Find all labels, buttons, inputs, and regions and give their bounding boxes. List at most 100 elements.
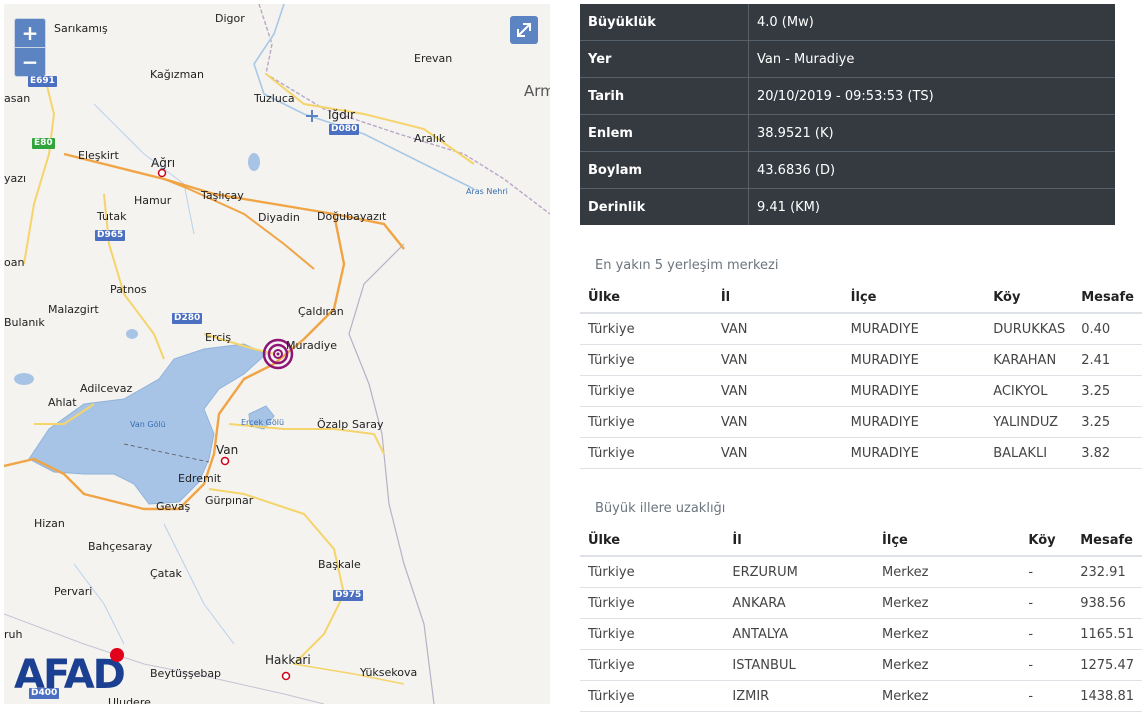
road-shield: E80 [32,138,55,149]
place-label: Hizan [34,517,65,530]
cell-district: MURADIYE [842,344,986,376]
place-label: Van [216,443,239,457]
cell-district: Merkez [874,649,1021,681]
place-label: Bulanık [4,316,45,329]
zoom-in-button[interactable]: + [15,19,45,47]
details-value: 4.0 (Mw) [748,4,1115,41]
cell-distance: 1438.81 [1072,680,1142,712]
place-label: Erciş [205,331,232,344]
cell-village: ACIKYOL [985,375,1074,407]
cell-district: MURADIYE [842,313,986,345]
cell-province: VAN [712,406,843,438]
column-header: İlçe [874,526,1021,557]
earthquake-map[interactable]: + − Digor Sarıkamış Erevan Kağızman Tuzl… [4,4,550,704]
details-key: Enlem [580,114,749,152]
cell-district: Merkez [874,556,1021,588]
cell-country: Türkiye [580,649,725,681]
nearest-settlements-table: Ülke İl İlçe Köy Mesafe Türkiye VAN MURADI… [580,283,1142,469]
cell-district: MURADIYE [842,437,986,469]
cell-village: YALINDUZ [985,406,1074,438]
zoom-control: + − [14,18,46,77]
place-label: Yüksekova [360,666,418,679]
place-label: Saray [352,418,384,431]
place-label: Ahlat [48,396,77,409]
column-header: Köy [1020,526,1073,557]
cell-country: Türkiye [580,375,713,407]
details-value: 43.6836 (D) [748,151,1115,189]
cell-distance: 2.41 [1073,344,1142,376]
place-label: Diyadin [258,211,300,224]
fullscreen-button[interactable] [510,16,538,44]
cell-distance: 3.25 [1073,406,1142,438]
cell-district: Merkez [874,680,1021,712]
place-label: Hamur [134,194,172,207]
cell-distance: 938.56 [1072,587,1142,619]
place-label: Özalp [317,418,349,431]
place-label: ruh [4,628,23,641]
cell-distance: 3.25 [1073,375,1142,407]
river-label: Aras Nehri [466,187,508,196]
table-row: Türkiye VAN MURADIYE YALINDUZ 3.25 [580,406,1142,438]
cell-province: VAN [712,437,843,469]
place-label: Gürpınar [205,494,254,507]
details-row: Enlem 38.9521 (K) [580,114,1115,152]
details-row: Derinlik 9.41 (KM) [580,188,1115,225]
nearest-settlements-title: En yakın 5 yerleşim merkezi [595,258,779,273]
cell-country: Türkiye [580,680,725,712]
details-key: Büyüklük [580,4,749,41]
cell-province: VAN [712,375,843,407]
cell-distance: 232.91 [1072,556,1142,588]
column-header: Köy [985,283,1074,314]
cell-district: Merkez [874,587,1021,619]
column-header: İl [724,526,875,557]
cell-district: MURADIYE [842,375,986,407]
place-label: Tuzluca [254,92,295,105]
road-shield: D965 [95,230,126,241]
place-label: Patnos [110,283,147,296]
details-row: Boylam 43.6836 (D) [580,151,1115,189]
earthquake-details-table: Büyüklük 4.0 (Mw) Yer Van - Muradiye Tarih… [580,4,1115,225]
expand-icon [517,23,531,37]
place-label: Malazgirt [48,303,99,316]
table-row: Türkiye IZMIR Merkez -1438.81 [580,680,1142,712]
details-key: Boylam [580,151,749,189]
major-cities-table: Ülke İl İlçe Köy Mesafe Türkiye ERZURUM Me… [580,526,1142,712]
cell-distance: 0.40 [1073,313,1142,345]
cell-province: ERZURUM [724,556,875,588]
place-label: Erevan [414,52,453,65]
details-key: Tarih [580,77,749,115]
details-row: Yer Van - Muradiye [580,40,1115,78]
place-label: Ağrı [151,156,176,170]
cell-province: VAN [712,344,843,376]
place-label: Digor [215,12,245,25]
cell-country: Türkiye [580,618,725,650]
place-label: oan [4,256,25,269]
place-label: asan [4,92,31,105]
place-label: Çatak [150,567,182,580]
details-value: 20/10/2019 - 09:53:53 (TS) [748,77,1115,115]
place-label: Bahçesaray [88,540,153,553]
place-label: Başkale [318,558,361,571]
place-label: Kağızman [150,68,205,81]
place-label: Tutak [97,210,127,223]
cell-country: Türkiye [580,313,713,345]
cell-village: BALAKLI [985,437,1074,469]
road-shield: D975 [333,590,364,601]
column-header: Ülke [580,283,713,314]
afad-logo: AFAD [14,652,126,698]
table-row: Türkiye VAN MURADIYE DURUKKAS 0.40 [580,313,1142,345]
cell-district: Merkez [874,618,1021,650]
road-shield: E691 [28,76,57,87]
column-header: İlçe [842,283,986,314]
column-header: Mesafe [1072,526,1142,557]
column-header: İl [712,283,843,314]
cell-province: ANTALYA [724,618,875,650]
cell-distance: 1275.47 [1072,649,1142,681]
place-label: Çaldıran [298,305,344,318]
place-label: Pervari [54,585,93,598]
place-label: Hakkari [265,653,311,667]
cell-province: ISTANBUL [724,649,875,681]
zoom-out-button[interactable]: − [15,47,45,76]
table-row: Türkiye ANTALYA Merkez -1165.51 [580,618,1142,650]
place-label: Aralık [414,132,446,145]
